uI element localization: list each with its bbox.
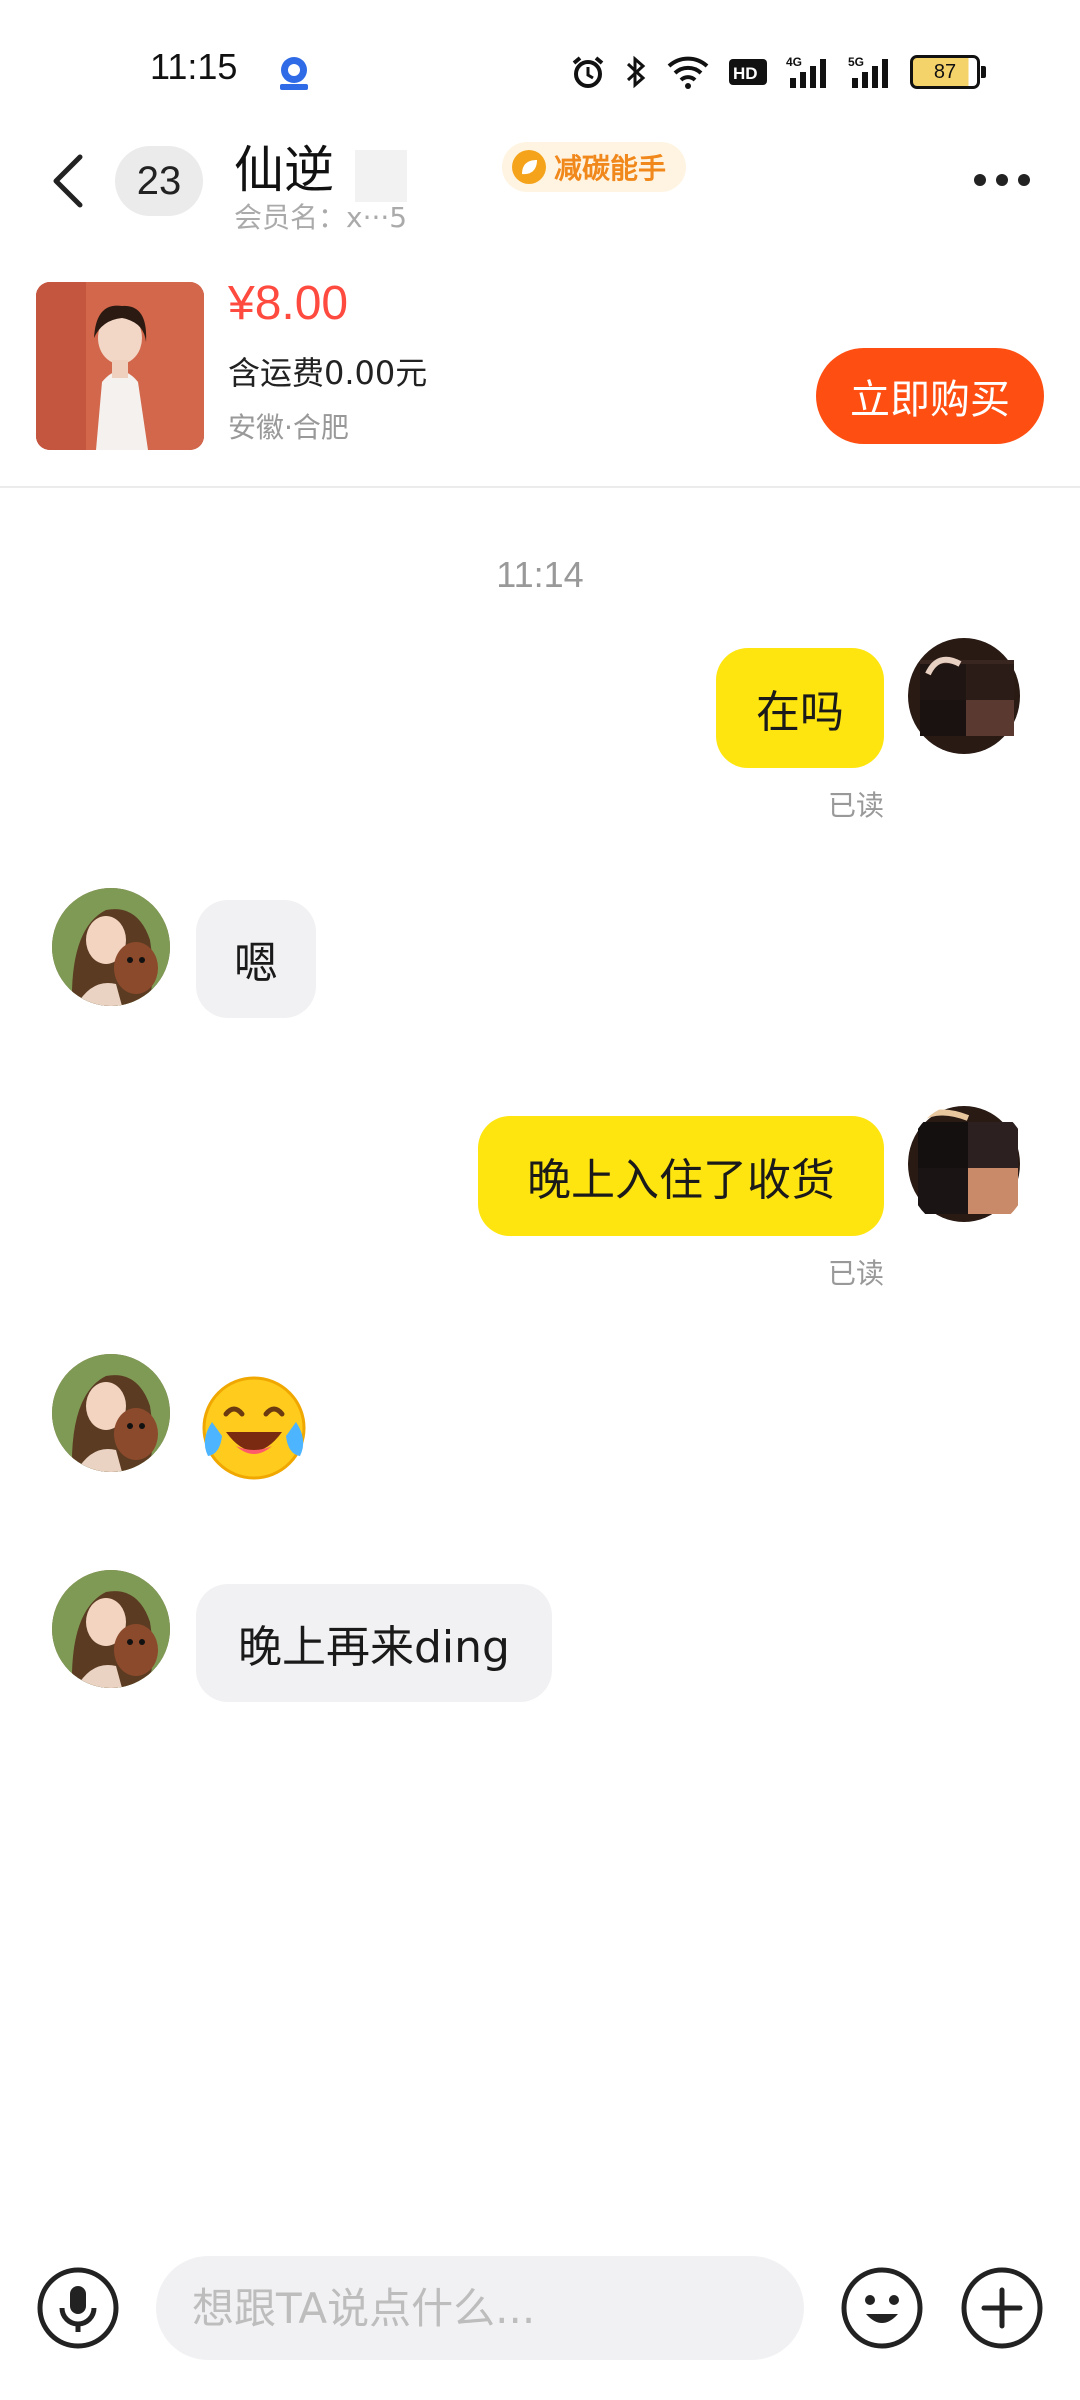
- svg-text:5G: 5G: [848, 55, 864, 69]
- hd-icon: HD: [728, 57, 768, 87]
- plus-icon: [961, 2267, 1043, 2349]
- back-button[interactable]: [40, 145, 100, 215]
- message-bubble-peer[interactable]: 晚上再来ding: [196, 1584, 552, 1702]
- product-shipping: 含运费0.00元: [228, 354, 428, 392]
- svg-text:4G: 4G: [786, 55, 802, 69]
- more-dots-icon: [974, 174, 1030, 186]
- battery-icon: 87: [910, 55, 986, 89]
- laughing-tears-icon: [202, 1376, 306, 1480]
- alarm-icon: [570, 54, 606, 90]
- more-options-button[interactable]: [970, 160, 1034, 200]
- peer-avatar[interactable]: [52, 888, 170, 1006]
- message-bubble-peer[interactable]: 嗯: [196, 900, 316, 1018]
- message-bubble-self[interactable]: 在吗: [716, 648, 884, 768]
- contact-name: 仙逆: [234, 141, 334, 199]
- avatar-image: [908, 1102, 1028, 1232]
- product-location: 安徽·合肥: [228, 411, 349, 444]
- avatar-image: [52, 1354, 170, 1472]
- signal-5g-icon: 5G: [848, 54, 892, 90]
- emoji-button[interactable]: [840, 2266, 924, 2350]
- self-avatar[interactable]: [908, 634, 1028, 764]
- product-thumbnail[interactable]: [36, 282, 204, 450]
- chevron-left-icon: [53, 154, 83, 208]
- voice-button[interactable]: [36, 2266, 120, 2350]
- carbon-badge-label: 减碳能手: [554, 152, 667, 185]
- carbon-badge[interactable]: 减碳能手: [502, 142, 687, 192]
- message-text: 在吗: [756, 687, 844, 738]
- avatar-image: [908, 634, 1028, 764]
- smiley-icon: [841, 2267, 923, 2349]
- status-time: 11:15: [150, 46, 238, 87]
- message-text: 嗯: [234, 938, 278, 989]
- self-avatar[interactable]: [908, 1102, 1028, 1232]
- peer-avatar[interactable]: [52, 1354, 170, 1472]
- bluetooth-icon: [624, 54, 648, 90]
- read-status: 已读: [828, 789, 885, 822]
- wifi-icon: [666, 55, 710, 89]
- product-price: ¥8.00: [228, 277, 349, 330]
- read-status: 已读: [828, 1257, 885, 1290]
- redaction-block: [355, 150, 407, 202]
- divider: [0, 486, 1080, 488]
- more-actions-button[interactable]: [960, 2266, 1044, 2350]
- shield-icon: [272, 54, 316, 94]
- svg-text:HD: HD: [733, 64, 758, 83]
- leaf-icon: [512, 150, 546, 184]
- buy-now-button[interactable]: 立即购买: [816, 348, 1044, 444]
- status-icons: HD 4G 5G 87: [570, 48, 986, 96]
- avatar-image: [52, 888, 170, 1006]
- unread-count-badge[interactable]: 23: [115, 146, 203, 216]
- message-text: 晚上入住了收货: [527, 1155, 835, 1206]
- message-input[interactable]: [156, 2256, 804, 2360]
- chat-timestamp: 11:14: [496, 554, 584, 595]
- member-name: 会员名：x···5: [234, 201, 408, 234]
- microphone-icon: [37, 2267, 119, 2349]
- avatar-image: [52, 1570, 170, 1688]
- message-bubble-self[interactable]: 晚上入住了收货: [478, 1116, 884, 1236]
- tears-of-joy-emoji[interactable]: [196, 1370, 312, 1486]
- product-photo: [36, 282, 204, 450]
- peer-avatar[interactable]: [52, 1570, 170, 1688]
- message-text: 晚上再来ding: [238, 1622, 510, 1673]
- signal-4g-icon: 4G: [786, 54, 830, 90]
